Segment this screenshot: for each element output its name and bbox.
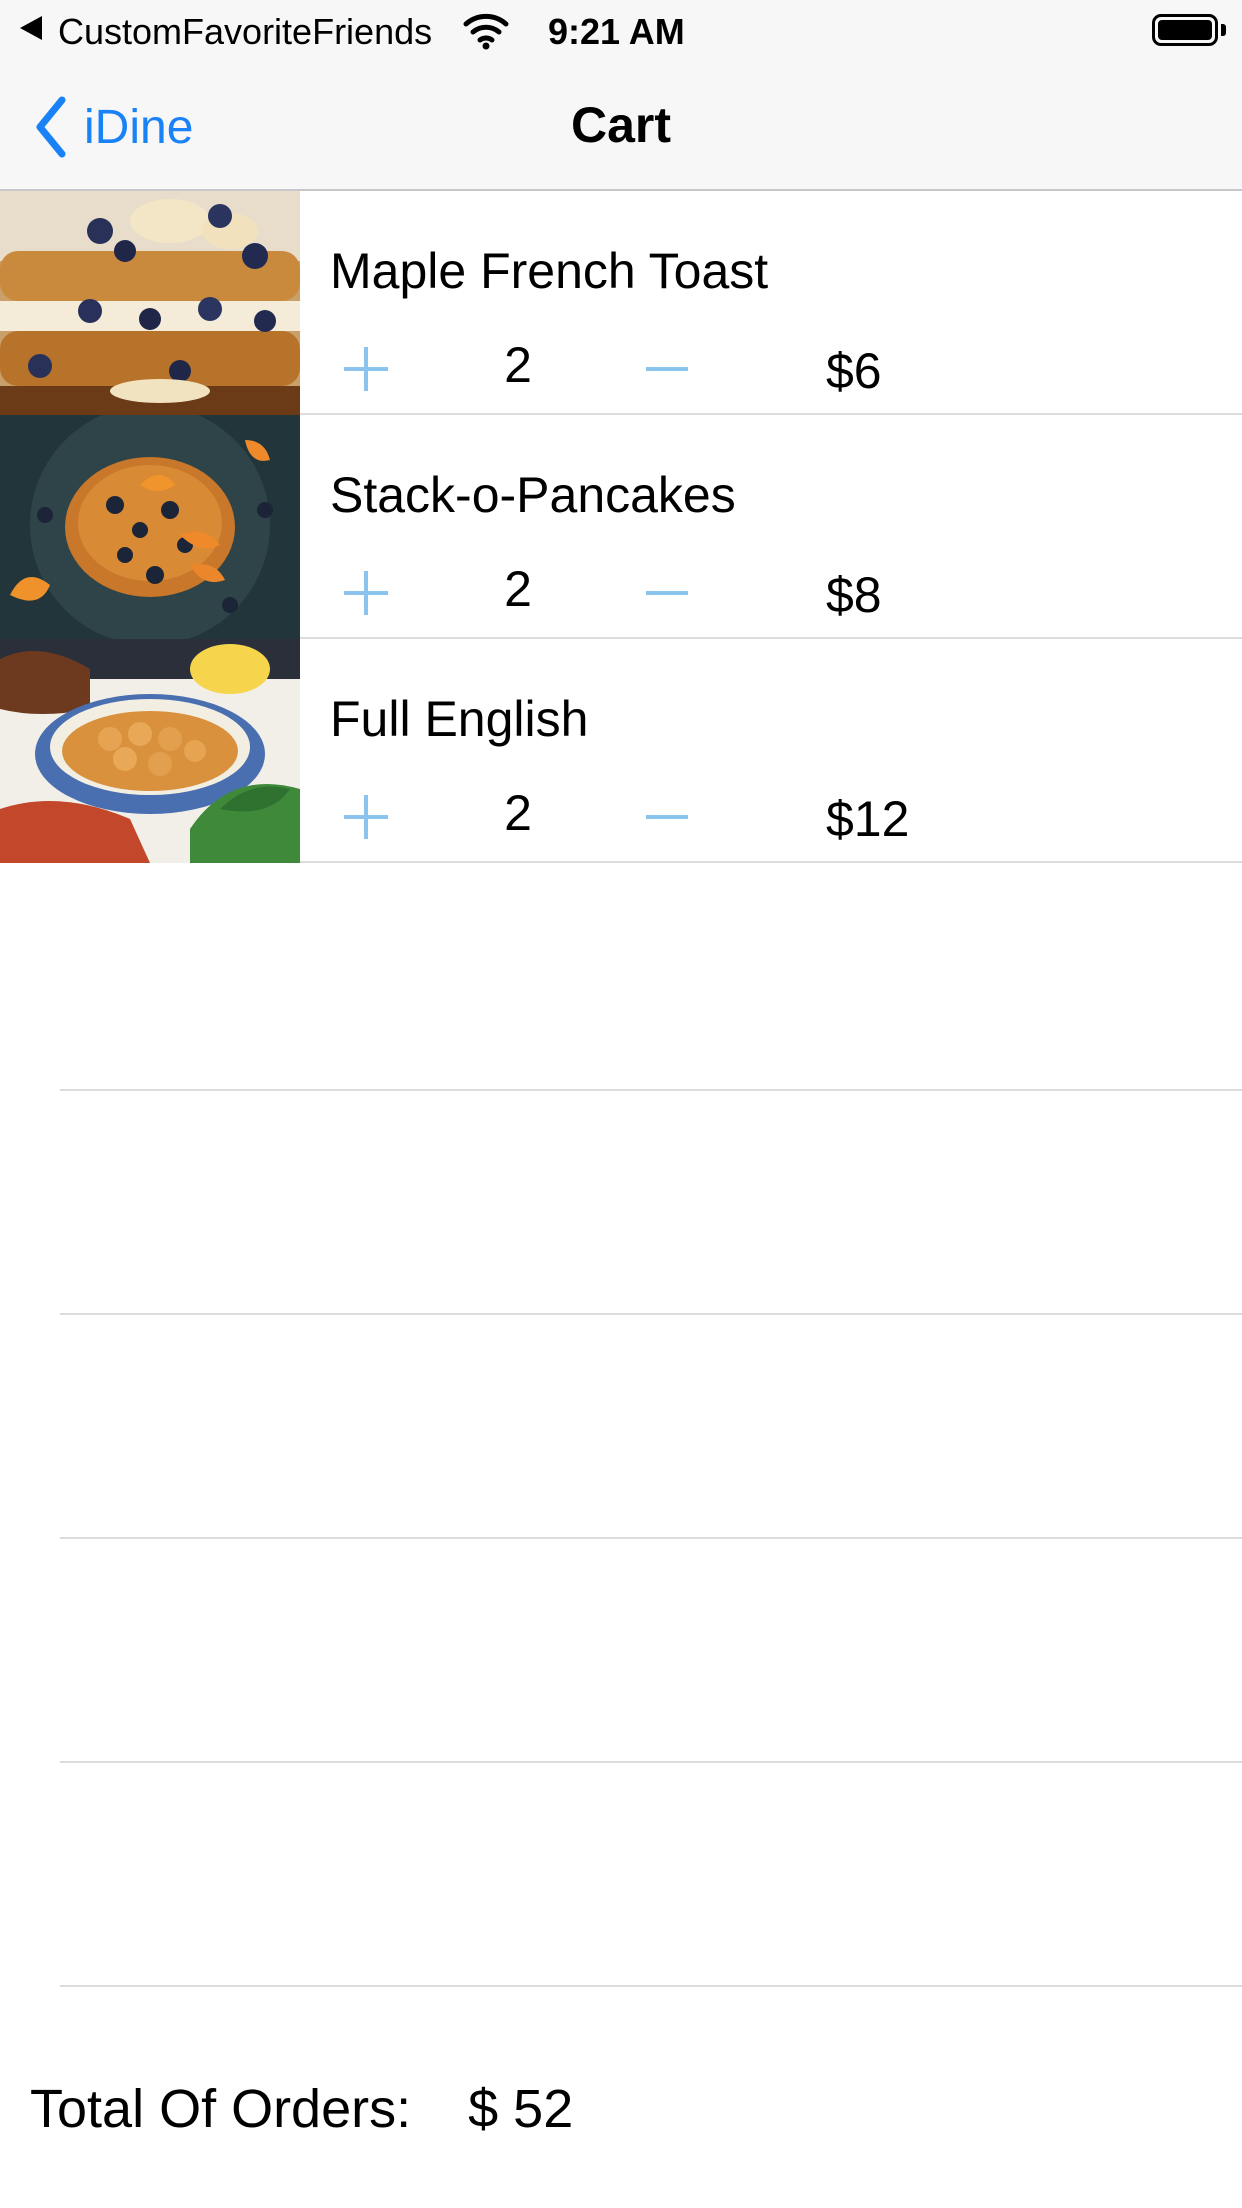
item-price: $12 [826, 791, 910, 847]
empty-row-separator [60, 1761, 1242, 1763]
item-price: $8 [826, 567, 882, 623]
increment-button[interactable] [340, 343, 392, 395]
cart-item-row: Maple French Toast 2 $6 [0, 191, 1242, 415]
quantity-value: 2 [504, 561, 532, 617]
cart-item-row: Stack-o-Pancakes 2 $8 [0, 415, 1242, 639]
cart-item-row: Full English 2 $12 [0, 639, 1242, 863]
decrement-button[interactable] [644, 567, 690, 619]
status-time: 9:21 AM [548, 11, 685, 52]
item-price: $6 [826, 343, 882, 399]
decrement-button[interactable] [644, 343, 690, 395]
back-button[interactable]: iDine [30, 92, 193, 162]
empty-row-separator [60, 1537, 1242, 1539]
order-total: Total Of Orders: $ 52 [30, 2078, 573, 2140]
food-photo [0, 191, 300, 415]
empty-row-separator [60, 1985, 1242, 1987]
total-value: $ 52 [468, 2079, 574, 2139]
item-name: Maple French Toast [330, 243, 769, 299]
quantity-value: 2 [504, 785, 532, 841]
empty-row-separator [60, 1089, 1242, 1091]
battery-tip [1221, 24, 1226, 36]
chevron-left-icon [36, 96, 66, 158]
plus-icon [344, 347, 388, 391]
item-name: Stack-o-Pancakes [330, 467, 736, 523]
quantity-value: 2 [504, 337, 532, 393]
increment-button[interactable] [340, 567, 392, 619]
total-label: Total Of Orders: [30, 2079, 412, 2139]
plus-icon [344, 795, 388, 839]
cart-list: Maple French Toast 2 $6 Stack-o-Pancakes… [0, 191, 1242, 863]
back-button-label: iDine [84, 100, 194, 154]
plus-icon [344, 571, 388, 615]
decrement-button[interactable] [644, 791, 690, 843]
back-to-app-icon[interactable] [20, 16, 42, 40]
wifi-icon [463, 13, 509, 50]
status-bar: CustomFavoriteFriends 9:21 AM [0, 0, 1242, 62]
item-name: Full English [330, 691, 589, 747]
carrier-label: CustomFavoriteFriends [58, 11, 433, 52]
battery-icon [1152, 14, 1218, 46]
empty-row-separator [60, 1313, 1242, 1315]
navigation-bar: Cart iDine [0, 62, 1242, 191]
increment-button[interactable] [340, 791, 392, 843]
food-photo [0, 415, 300, 639]
food-photo [0, 639, 300, 863]
